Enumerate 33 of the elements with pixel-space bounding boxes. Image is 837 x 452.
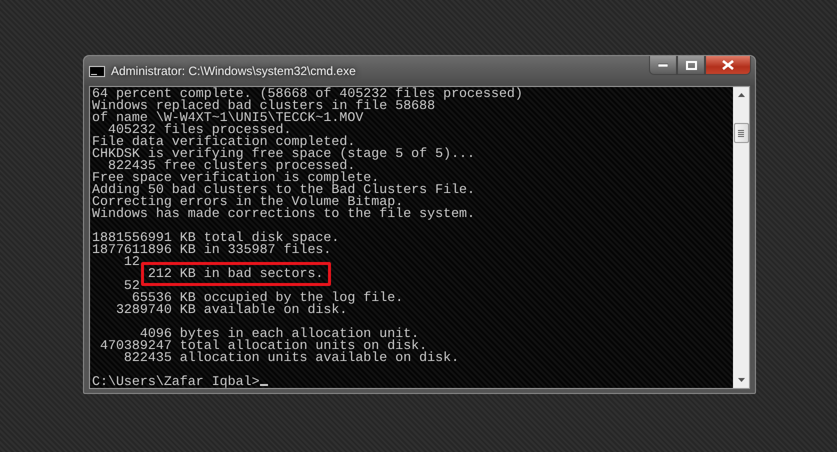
minimize-icon [658, 63, 668, 67]
console-line: 3289740 KB available on disk. [114, 304, 348, 316]
console-line: 12 [122, 256, 141, 268]
console-line: 822435 allocation units available on disk. [122, 352, 460, 364]
console-line: CHKDSK is verifying free space (stage 5 of 5)... [92, 148, 476, 160]
close-button[interactable] [705, 56, 751, 75]
console-line: Adding 50 bad clusters to the Bad Clusters File. [92, 184, 476, 196]
console-line: 1881556991 KB total disk space. [92, 232, 340, 244]
console-line: 4096 bytes in each allocation unit. [140, 328, 420, 340]
text-cursor [260, 384, 268, 386]
console-line: Free space verification is complete. [92, 172, 380, 184]
minimize-button[interactable] [649, 56, 677, 75]
scrollbar[interactable] [733, 87, 749, 388]
console-line: 65536 KB occupied by the log file. [132, 292, 404, 304]
console-line: 1877611896 KB in 335987 files. [92, 244, 332, 256]
maximize-button[interactable] [677, 56, 705, 75]
console-line: 52 [122, 280, 140, 292]
window-title: Administrator: C:\Windows\system32\cmd.exe [111, 64, 357, 78]
scroll-thumb[interactable] [734, 123, 748, 143]
console-icon [89, 66, 105, 76]
console-line: 822435 free clusters processed. [108, 160, 356, 172]
console-line: Windows replaced bad clusters in file 58688 [92, 100, 436, 112]
console-line: 470389247 total allocation units on disk. [98, 340, 428, 352]
console-line: Correcting errors in the Volume Bitmap. [92, 196, 404, 208]
command-prompt: C:\Users\Zafar Iqbal> [92, 374, 260, 389]
console-line: 405232 files processed. [108, 124, 292, 136]
console-line: 64 percent complete. (58668 of 405232 files processed) [92, 88, 524, 100]
close-icon [722, 60, 734, 70]
console-line: 212 KB in bad sectors. [146, 268, 324, 280]
console-line: File data verification completed. [92, 136, 356, 148]
maximize-icon [686, 60, 696, 70]
console-line: Windows has made corrections to the file system. [92, 208, 476, 220]
console-line: of name \W-W4XT~1\UNI5\TECCK~1.MOV [92, 112, 364, 124]
